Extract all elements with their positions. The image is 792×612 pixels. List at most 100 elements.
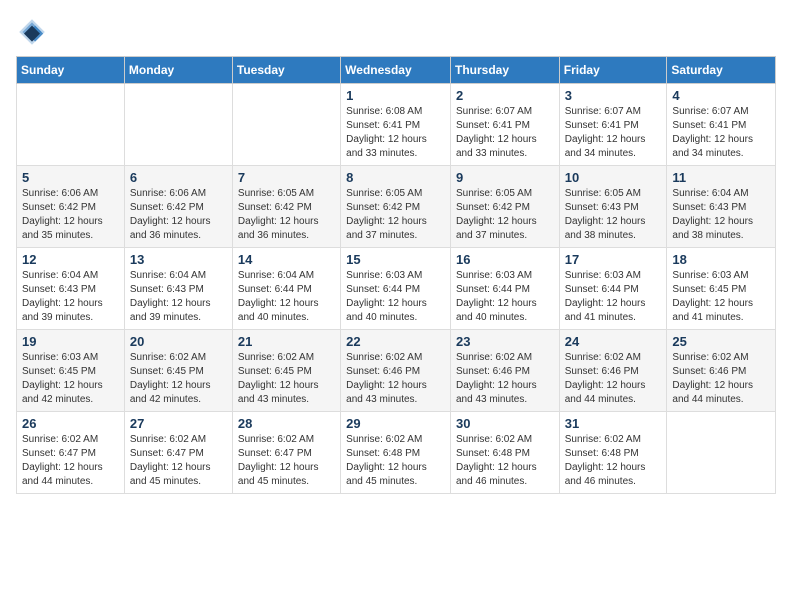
weekday-header-monday: Monday (124, 57, 232, 84)
day-number: 15 (346, 252, 445, 267)
day-cell-19: 19 Sunrise: 6:03 AM Sunset: 6:45 PM Dayli… (17, 330, 125, 412)
day-number: 12 (22, 252, 119, 267)
day-info: Sunrise: 6:04 AM Sunset: 6:43 PM Dayligh… (672, 187, 770, 243)
day-number: 4 (672, 88, 770, 103)
day-cell-17: 17 Sunrise: 6:03 AM Sunset: 6:44 PM Dayli… (559, 248, 667, 330)
day-cell-12: 12 Sunrise: 6:04 AM Sunset: 6:43 PM Dayli… (17, 248, 125, 330)
day-cell-3: 3 Sunrise: 6:07 AM Sunset: 6:41 PM Daylig… (559, 84, 667, 166)
day-cell-28: 28 Sunrise: 6:02 AM Sunset: 6:47 PM Dayli… (232, 412, 340, 494)
day-number: 9 (456, 170, 554, 185)
day-number: 18 (672, 252, 770, 267)
empty-cell (667, 412, 776, 494)
empty-cell (17, 84, 125, 166)
day-cell-9: 9 Sunrise: 6:05 AM Sunset: 6:42 PM Daylig… (450, 166, 559, 248)
day-number: 1 (346, 88, 445, 103)
day-cell-18: 18Sunrise: 6:03 AM Sunset: 6:45 PM Dayli… (667, 248, 776, 330)
day-number: 27 (130, 416, 227, 431)
day-number: 21 (238, 334, 335, 349)
day-cell-15: 15 Sunrise: 6:03 AM Sunset: 6:44 PM Dayli… (341, 248, 451, 330)
day-number: 2 (456, 88, 554, 103)
calendar-table: SundayMondayTuesdayWednesdayThursdayFrid… (16, 56, 776, 494)
day-cell-7: 7Sunrise: 6:05 AM Sunset: 6:42 PM Daylig… (232, 166, 340, 248)
day-info: Sunrise: 6:05 AM Sunset: 6:42 PM Dayligh… (456, 187, 554, 243)
weekday-header-wednesday: Wednesday (341, 57, 451, 84)
day-cell-4: 4 Sunrise: 6:07 AM Sunset: 6:41 PM Daylig… (667, 84, 776, 166)
day-number: 8 (346, 170, 445, 185)
empty-cell (232, 84, 340, 166)
week-row-3: 12 Sunrise: 6:04 AM Sunset: 6:43 PM Dayli… (17, 248, 776, 330)
day-info: Sunrise: 6:02 AM Sunset: 6:46 PM Dayligh… (672, 351, 770, 407)
day-info: Sunrise: 6:07 AM Sunset: 6:41 PM Dayligh… (456, 105, 554, 161)
weekday-header-saturday: Saturday (667, 57, 776, 84)
day-info: Sunrise: 6:02 AM Sunset: 6:45 PM Dayligh… (238, 351, 335, 407)
day-number: 16 (456, 252, 554, 267)
empty-cell (124, 84, 232, 166)
day-info: Sunrise: 6:05 AM Sunset: 6:43 PM Dayligh… (565, 187, 662, 243)
day-info: Sunrise: 6:03 AM Sunset: 6:44 PM Dayligh… (565, 269, 662, 325)
day-info: Sunrise: 6:02 AM Sunset: 6:48 PM Dayligh… (565, 433, 662, 489)
day-number: 6 (130, 170, 227, 185)
day-cell-26: 26 Sunrise: 6:02 AM Sunset: 6:47 PM Dayli… (17, 412, 125, 494)
day-info: Sunrise: 6:06 AM Sunset: 6:42 PM Dayligh… (130, 187, 227, 243)
day-info: Sunrise: 6:03 AM Sunset: 6:44 PM Dayligh… (456, 269, 554, 325)
day-number: 17 (565, 252, 662, 267)
week-row-5: 26 Sunrise: 6:02 AM Sunset: 6:47 PM Dayli… (17, 412, 776, 494)
day-cell-27: 27 Sunrise: 6:02 AM Sunset: 6:47 PM Dayli… (124, 412, 232, 494)
day-cell-25: 25 Sunrise: 6:02 AM Sunset: 6:46 PM Dayli… (667, 330, 776, 412)
day-info: Sunrise: 6:04 AM Sunset: 6:43 PM Dayligh… (22, 269, 119, 325)
day-number: 3 (565, 88, 662, 103)
day-number: 20 (130, 334, 227, 349)
weekday-header-sunday: Sunday (17, 57, 125, 84)
day-number: 30 (456, 416, 554, 431)
day-info: Sunrise: 6:04 AM Sunset: 6:44 PM Dayligh… (238, 269, 335, 325)
day-number: 28 (238, 416, 335, 431)
day-info: Sunrise: 6:03 AM Sunset: 6:44 PM Dayligh… (346, 269, 445, 325)
day-cell-16: 16 Sunrise: 6:03 AM Sunset: 6:44 PM Dayli… (450, 248, 559, 330)
day-info: Sunrise: 6:08 AM Sunset: 6:41 PM Dayligh… (346, 105, 445, 161)
day-cell-13: 13Sunrise: 6:04 AM Sunset: 6:43 PM Dayli… (124, 248, 232, 330)
day-number: 10 (565, 170, 662, 185)
day-number: 11 (672, 170, 770, 185)
day-info: Sunrise: 6:02 AM Sunset: 6:48 PM Dayligh… (346, 433, 445, 489)
day-info: Sunrise: 6:05 AM Sunset: 6:42 PM Dayligh… (346, 187, 445, 243)
day-cell-11: 11 Sunrise: 6:04 AM Sunset: 6:43 PM Dayli… (667, 166, 776, 248)
day-number: 14 (238, 252, 335, 267)
day-info: Sunrise: 6:02 AM Sunset: 6:46 PM Dayligh… (565, 351, 662, 407)
day-number: 23 (456, 334, 554, 349)
day-info: Sunrise: 6:02 AM Sunset: 6:47 PM Dayligh… (130, 433, 227, 489)
day-info: Sunrise: 6:07 AM Sunset: 6:41 PM Dayligh… (672, 105, 770, 161)
day-number: 22 (346, 334, 445, 349)
weekday-header-thursday: Thursday (450, 57, 559, 84)
day-info: Sunrise: 6:02 AM Sunset: 6:46 PM Dayligh… (346, 351, 445, 407)
week-row-2: 5 Sunrise: 6:06 AM Sunset: 6:42 PM Daylig… (17, 166, 776, 248)
day-cell-1: 1 Sunrise: 6:08 AM Sunset: 6:41 PM Daylig… (341, 84, 451, 166)
day-number: 24 (565, 334, 662, 349)
day-cell-24: 24 Sunrise: 6:02 AM Sunset: 6:46 PM Dayli… (559, 330, 667, 412)
week-row-1: 1 Sunrise: 6:08 AM Sunset: 6:41 PM Daylig… (17, 84, 776, 166)
day-cell-10: 10 Sunrise: 6:05 AM Sunset: 6:43 PM Dayli… (559, 166, 667, 248)
day-cell-14: 14 Sunrise: 6:04 AM Sunset: 6:44 PM Dayli… (232, 248, 340, 330)
day-info: Sunrise: 6:07 AM Sunset: 6:41 PM Dayligh… (565, 105, 662, 161)
day-cell-21: 21 Sunrise: 6:02 AM Sunset: 6:45 PM Dayli… (232, 330, 340, 412)
day-number: 5 (22, 170, 119, 185)
week-row-4: 19 Sunrise: 6:03 AM Sunset: 6:45 PM Dayli… (17, 330, 776, 412)
day-number: 26 (22, 416, 119, 431)
weekday-header-friday: Friday (559, 57, 667, 84)
day-info: Sunrise: 6:02 AM Sunset: 6:47 PM Dayligh… (238, 433, 335, 489)
weekday-header-row: SundayMondayTuesdayWednesdayThursdayFrid… (17, 57, 776, 84)
day-number: 29 (346, 416, 445, 431)
day-cell-20: 20Sunrise: 6:02 AM Sunset: 6:45 PM Dayli… (124, 330, 232, 412)
day-info: Sunrise: 6:02 AM Sunset: 6:47 PM Dayligh… (22, 433, 119, 489)
logo (16, 16, 52, 48)
day-cell-30: 30 Sunrise: 6:02 AM Sunset: 6:48 PM Dayli… (450, 412, 559, 494)
day-cell-6: 6 Sunrise: 6:06 AM Sunset: 6:42 PM Daylig… (124, 166, 232, 248)
day-number: 19 (22, 334, 119, 349)
logo-icon (16, 16, 48, 48)
day-cell-5: 5Sunrise: 6:06 AM Sunset: 6:42 PM Daylig… (17, 166, 125, 248)
day-number: 25 (672, 334, 770, 349)
day-cell-23: 23Sunrise: 6:02 AM Sunset: 6:46 PM Dayli… (450, 330, 559, 412)
day-info: Sunrise: 6:05 AM Sunset: 6:42 PM Dayligh… (238, 187, 335, 243)
day-cell-8: 8 Sunrise: 6:05 AM Sunset: 6:42 PM Daylig… (341, 166, 451, 248)
day-info: Sunrise: 6:02 AM Sunset: 6:48 PM Dayligh… (456, 433, 554, 489)
day-info: Sunrise: 6:03 AM Sunset: 6:45 PM Dayligh… (22, 351, 119, 407)
